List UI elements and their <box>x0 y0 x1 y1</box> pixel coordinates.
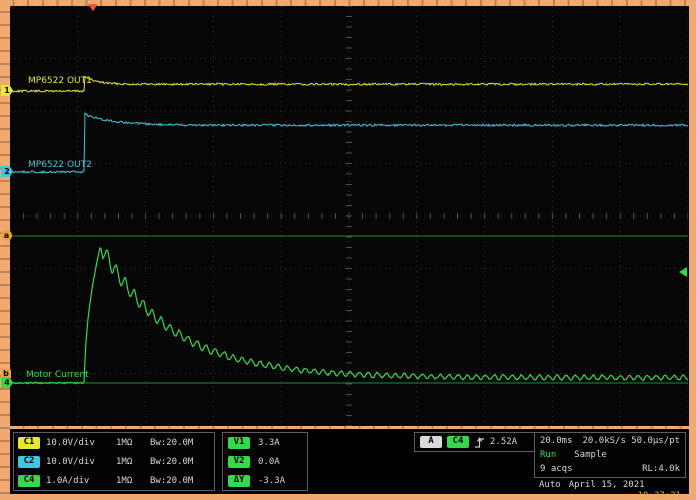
bezel-left <box>0 0 10 500</box>
trigger-level-value: 2.52A <box>490 437 517 447</box>
channel-row-c2[interactable]: C2 10.0V/div 1MΩ Bw:20.0M <box>14 452 214 471</box>
datetime-readout: Auto April 15, 2021 10:37:21 <box>534 479 686 500</box>
bezel-top <box>0 0 696 6</box>
rising-edge-icon <box>474 436 485 449</box>
cursor-badge-v1[interactable]: V1 <box>228 437 250 449</box>
channel-bandwidth-c4: Bw:20.0M <box>150 476 193 486</box>
waveform-display <box>10 6 688 426</box>
timebase-value: 20.0ms <box>540 436 573 446</box>
time-value: 10:37:21 <box>534 491 686 500</box>
oscilloscope-screen: MP6522 OUT1 MP6522 OUT2 Motor Current 1 … <box>0 0 696 500</box>
cursor-value-dy: -3.3A <box>258 476 285 486</box>
status-bar: C1 10.0V/div 1MΩ Bw:20.0M C2 10.0V/div 1… <box>10 429 688 494</box>
channel-row-c1[interactable]: C1 10.0V/div 1MΩ Bw:20.0M <box>14 433 214 452</box>
trigger-mode-badge[interactable]: A <box>420 436 442 448</box>
trigger-level-arrow[interactable] <box>679 267 687 277</box>
cursor-value-v1: 3.3A <box>258 438 280 448</box>
acquisition-count: 9 acqs <box>540 464 573 474</box>
channel-coupling-c1: 1MΩ <box>116 438 144 448</box>
cursor-value-v2: 0.0A <box>258 457 280 467</box>
acquisition-state-row: Run Sample <box>535 448 685 462</box>
cursor-readout-panel[interactable]: V1 3.3A V2 0.0A ΔY -3.3A <box>222 432 308 491</box>
channel-scale-c1: 10.0V/div <box>46 438 104 448</box>
channel-bandwidth-c2: Bw:20.0M <box>150 457 193 467</box>
channel-settings-panel[interactable]: C1 10.0V/div 1MΩ Bw:20.0M C2 10.0V/div 1… <box>13 432 215 491</box>
cursor-badge-dy[interactable]: ΔY <box>228 475 250 487</box>
trigger-source-badge[interactable]: C4 <box>447 436 469 448</box>
channel-row-c4[interactable]: C4 1.0A/div 1MΩ Bw:20.0M <box>14 471 214 490</box>
channel-badge-c4[interactable]: C4 <box>18 475 40 487</box>
channel-coupling-c2: 1MΩ <box>116 457 144 467</box>
trace-label-ch4: Motor Current <box>26 370 89 380</box>
cursor-row-v1: V1 3.3A <box>223 433 307 452</box>
record-length: RL:4.0k <box>642 464 680 474</box>
channel-scale-c4: 1.0A/div <box>46 476 104 486</box>
channel-coupling-c4: 1MΩ <box>116 476 144 486</box>
graticule-area[interactable]: MP6522 OUT1 MP6522 OUT2 Motor Current <box>10 6 688 426</box>
trigger-auto-mode: Auto <box>539 480 561 490</box>
resolution-value: 50.0µs/pt <box>631 436 680 446</box>
channel-bandwidth-c1: Bw:20.0M <box>150 438 193 448</box>
cursor-row-dy: ΔY -3.3A <box>223 471 307 490</box>
horizontal-acquisition-panel[interactable]: 20.0ms 20.0kS/s 50.0µs/pt Run Sample 9 a… <box>534 432 686 478</box>
graticule-grid <box>10 6 688 426</box>
bezel-right <box>689 0 696 500</box>
sample-rate-value: 20.0kS/s <box>583 436 626 446</box>
cursor-a-marker[interactable]: a <box>1 230 12 241</box>
trace-label-ch1: MP6522 OUT1 <box>28 76 92 86</box>
trigger-position-marker[interactable] <box>88 4 98 11</box>
channel-scale-c2: 10.0V/div <box>46 457 104 467</box>
channel-badge-c1[interactable]: C1 <box>18 437 40 449</box>
acquisition-mode: Sample <box>574 450 607 460</box>
run-state: Run <box>540 450 556 460</box>
horizontal-row: 20.0ms 20.0kS/s 50.0µs/pt <box>535 434 685 448</box>
acquisition-count-row: 9 acqs RL:4.0k <box>535 462 685 476</box>
date-value: April 15, 2021 <box>569 480 645 490</box>
cursor-row-v2: V2 0.0A <box>223 452 307 471</box>
trace-label-ch2: MP6522 OUT2 <box>28 160 92 170</box>
channel-badge-c2[interactable]: C2 <box>18 456 40 468</box>
trigger-readout-panel[interactable]: A C4 2.52A <box>414 432 540 452</box>
cursor-badge-v2[interactable]: V2 <box>228 456 250 468</box>
